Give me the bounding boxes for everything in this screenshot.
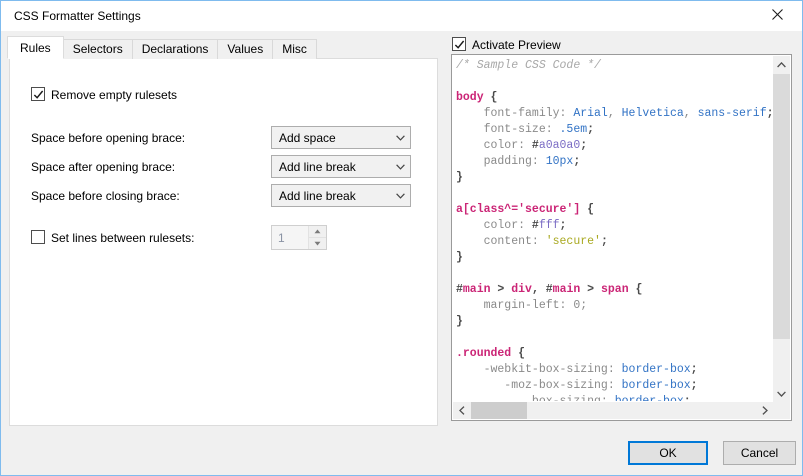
- code-line: #main > div, #main > span {: [456, 282, 772, 298]
- titlebar: CSS Formatter Settings: [1, 1, 802, 31]
- scroll-right-button[interactable]: [756, 402, 773, 419]
- activate-preview-label: Activate Preview: [472, 38, 561, 52]
- scroll-down-button[interactable]: [773, 385, 790, 402]
- space-after-opening-brace-select[interactable]: Add line break: [271, 155, 411, 178]
- vertical-scrollbar[interactable]: [773, 56, 790, 402]
- css-preview-box: /* Sample CSS Code */ body { font-family…: [451, 54, 792, 421]
- remove-empty-rulesets-label: Remove empty rulesets: [51, 88, 177, 102]
- select-value: Add space: [272, 131, 390, 145]
- chevron-down-icon: [390, 164, 410, 170]
- checkmark-icon: [454, 39, 465, 50]
- tab-selectors[interactable]: Selectors: [63, 39, 133, 59]
- space-before-closing-brace-label: Space before closing brace:: [31, 189, 180, 203]
- window-title: CSS Formatter Settings: [14, 9, 141, 23]
- space-before-opening-brace-label: Space before opening brace:: [31, 131, 185, 145]
- code-line: a[class^='secure'] {: [456, 202, 772, 218]
- horizontal-scrollbar-thumb[interactable]: [471, 402, 527, 419]
- activate-preview-checkbox[interactable]: [452, 37, 466, 51]
- spinner-buttons: [308, 226, 326, 249]
- scroll-left-button[interactable]: [453, 402, 470, 419]
- select-value: Add line break: [272, 189, 390, 203]
- arrow-down-icon: [314, 241, 321, 246]
- code-line: [456, 330, 772, 346]
- spinner-up-button[interactable]: [309, 226, 326, 238]
- tab-declarations[interactable]: Declarations: [132, 39, 219, 59]
- cancel-button[interactable]: Cancel: [723, 441, 796, 465]
- chevron-up-icon: [777, 62, 786, 68]
- tab-strip: Rules Selectors Declarations Values Misc: [7, 36, 316, 59]
- code-line: font-size: .5em;: [456, 122, 772, 138]
- code-line: padding: 10px;: [456, 154, 772, 170]
- chevron-down-icon: [777, 391, 786, 397]
- set-lines-between-rulesets-checkbox[interactable]: [31, 230, 45, 244]
- lines-between-rulesets-spinner[interactable]: 1: [271, 225, 327, 250]
- chevron-down-icon: [390, 193, 410, 199]
- scrollbar-corner: [773, 402, 790, 419]
- code-line: }: [456, 250, 772, 266]
- tab-misc[interactable]: Misc: [272, 39, 317, 59]
- code-line: /* Sample CSS Code */: [456, 58, 772, 74]
- code-line: -webkit-box-sizing: border-box;: [456, 362, 772, 378]
- code-line: color: #fff;: [456, 218, 772, 234]
- select-value: Add line break: [272, 160, 390, 174]
- space-before-closing-brace-select[interactable]: Add line break: [271, 184, 411, 207]
- scroll-up-button[interactable]: [773, 56, 790, 73]
- code-line: color: #a0a0a0;: [456, 138, 772, 154]
- ok-button[interactable]: OK: [628, 441, 708, 465]
- code-line: }: [456, 314, 772, 330]
- code-line: content: 'secure';: [456, 234, 772, 250]
- code-line: font-family: Arial, Helvetica, sans-seri…: [456, 106, 772, 122]
- space-before-opening-brace-select[interactable]: Add space: [271, 126, 411, 149]
- close-icon: [772, 7, 783, 25]
- code-line: .rounded {: [456, 346, 772, 362]
- arrow-up-icon: [314, 229, 321, 234]
- code-line: -moz-box-sizing: border-box;: [456, 378, 772, 394]
- css-formatter-settings-dialog: CSS Formatter Settings Rules Selectors D…: [0, 0, 803, 476]
- remove-empty-rulesets-checkbox[interactable]: [31, 87, 45, 101]
- chevron-down-icon: [390, 135, 410, 141]
- code-line: margin-left: 0;: [456, 298, 772, 314]
- code-line: box-sizing: border-box;: [456, 394, 772, 401]
- code-line: body {: [456, 90, 772, 106]
- vertical-scrollbar-thumb[interactable]: [773, 74, 790, 339]
- set-lines-between-rulesets-label: Set lines between rulesets:: [51, 231, 194, 245]
- code-line: [456, 74, 772, 90]
- tab-values[interactable]: Values: [217, 39, 273, 59]
- close-button[interactable]: [760, 1, 794, 31]
- code-content: /* Sample CSS Code */ body { font-family…: [456, 58, 772, 401]
- spinner-down-button[interactable]: [309, 238, 326, 249]
- chevron-right-icon: [762, 406, 768, 415]
- code-line: }: [456, 170, 772, 186]
- code-line: [456, 186, 772, 202]
- chevron-left-icon: [459, 406, 465, 415]
- spinner-value: 1: [272, 226, 308, 249]
- code-line: [456, 266, 772, 282]
- tab-rules[interactable]: Rules: [7, 36, 64, 59]
- horizontal-scrollbar[interactable]: [453, 402, 773, 419]
- checkmark-icon: [33, 89, 44, 100]
- space-after-opening-brace-label: Space after opening brace:: [31, 160, 175, 174]
